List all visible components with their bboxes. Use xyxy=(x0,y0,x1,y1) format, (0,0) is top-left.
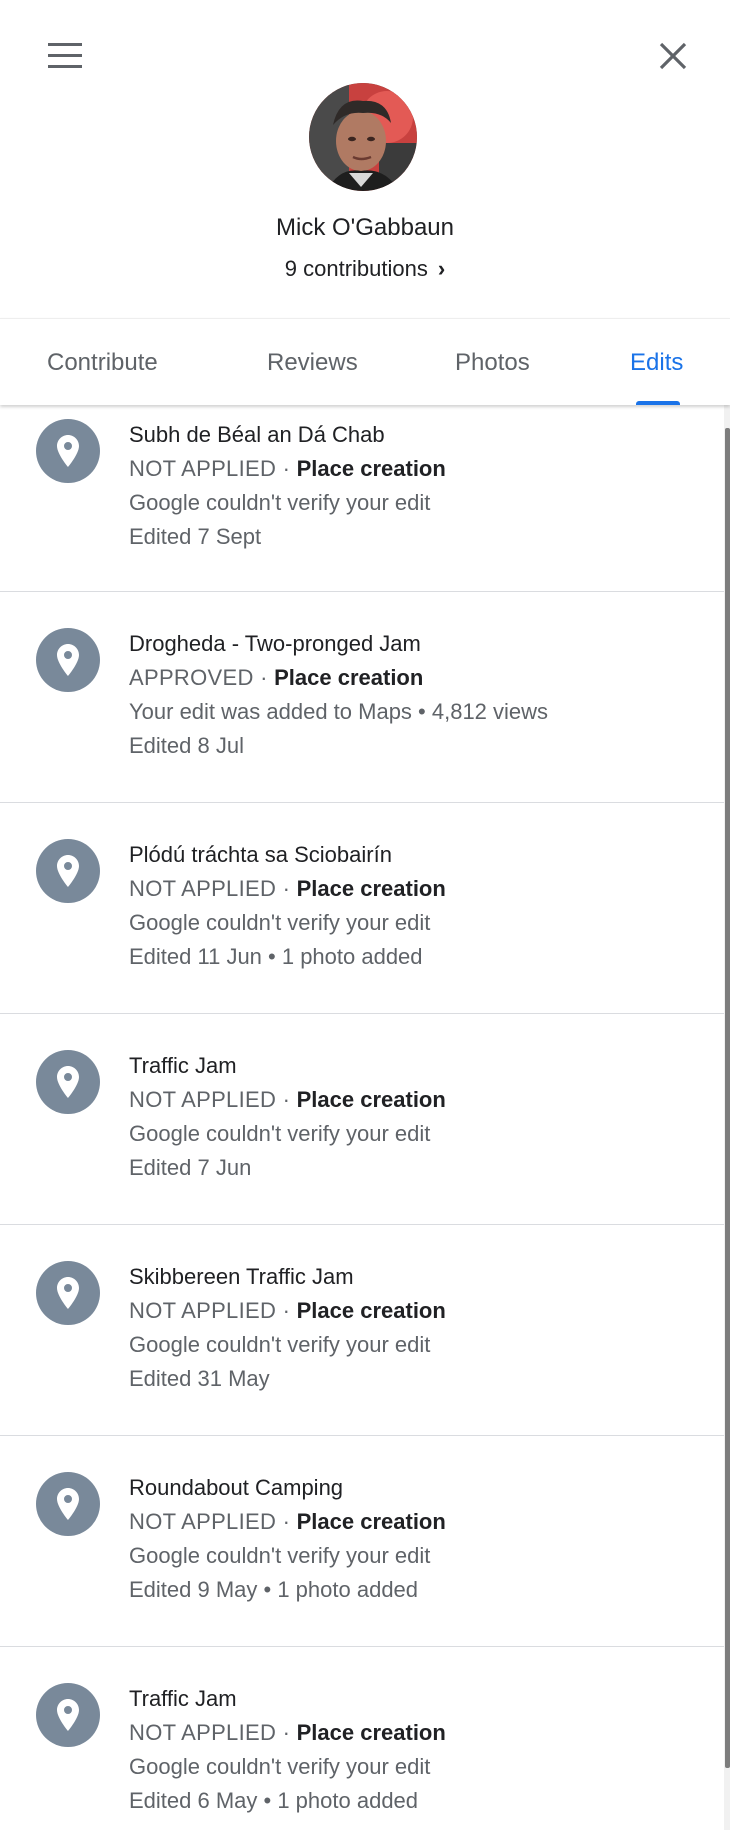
edit-list-item[interactable]: Subh de Béal an Dá Chab NOT APPLIED · Pl… xyxy=(0,404,724,592)
place-title: Plódú tráchta sa Sciobairín xyxy=(129,842,392,867)
edit-type: Place creation xyxy=(296,1509,446,1534)
edit-list-item[interactable]: Skibbereen Traffic Jam NOT APPLIED · Pla… xyxy=(0,1225,724,1436)
place-title: Drogheda - Two-pronged Jam xyxy=(129,631,421,656)
place-title: Traffic Jam xyxy=(129,1053,237,1078)
contributions-link[interactable]: 9 contributions › xyxy=(0,256,730,282)
contributions-page: Mick O'Gabbaun 9 contributions › Contribu… xyxy=(0,0,730,1830)
status-separator: · xyxy=(276,1509,297,1534)
place-title: Skibbereen Traffic Jam xyxy=(129,1264,354,1289)
edit-description: Your edit was added to Maps • 4,812 view… xyxy=(129,699,549,724)
edit-details: Traffic Jam NOT APPLIED · Place creation… xyxy=(129,1049,446,1185)
edit-list-item[interactable]: Plódú tráchta sa Sciobairín NOT APPLIED … xyxy=(0,803,724,1014)
contributions-count: 9 contributions xyxy=(284,256,428,281)
edit-details: Traffic Jam NOT APPLIED · Place creation… xyxy=(129,1682,446,1818)
close-button[interactable] xyxy=(648,36,696,76)
status-line: NOT APPLIED · Place creation xyxy=(129,452,446,486)
status-line: NOT APPLIED · Place creation xyxy=(129,1294,446,1328)
place-pin-icon xyxy=(36,419,100,483)
place-title: Traffic Jam xyxy=(129,1686,237,1711)
status-separator: · xyxy=(276,1298,297,1323)
edit-status: NOT APPLIED xyxy=(129,876,277,901)
menu-button[interactable] xyxy=(40,36,88,76)
status-separator: · xyxy=(276,456,297,481)
edit-status: NOT APPLIED xyxy=(129,1298,277,1323)
edit-list-item[interactable]: Traffic Jam NOT APPLIED · Place creation… xyxy=(0,1647,724,1830)
edit-type: Place creation xyxy=(296,876,446,901)
edit-details: Plódú tráchta sa Sciobairín NOT APPLIED … xyxy=(129,838,446,974)
close-icon xyxy=(659,42,687,70)
edit-list-item[interactable]: Traffic Jam NOT APPLIED · Place creation… xyxy=(0,1014,724,1225)
place-title: Roundabout Camping xyxy=(129,1475,344,1500)
edit-date: Edited 8 Jul xyxy=(129,733,244,758)
edit-date: Edited 11 Jun • 1 photo added xyxy=(129,944,423,969)
avatar[interactable] xyxy=(309,83,417,191)
edit-status: NOT APPLIED xyxy=(129,456,277,481)
edit-details: Roundabout Camping NOT APPLIED · Place c… xyxy=(129,1471,446,1607)
status-line: NOT APPLIED · Place creation xyxy=(129,1716,446,1750)
tab-contribute[interactable]: Contribute xyxy=(47,349,158,377)
edit-type: Place creation xyxy=(296,1720,446,1745)
place-pin-icon xyxy=(36,628,100,692)
edit-type: Place creation xyxy=(274,665,424,690)
place-pin-icon xyxy=(36,839,100,903)
status-line: NOT APPLIED · Place creation xyxy=(129,1505,446,1539)
edit-date: Edited 9 May • 1 photo added xyxy=(129,1577,419,1602)
status-separator: · xyxy=(276,1720,297,1745)
tab-photos[interactable]: Photos xyxy=(455,349,530,377)
edit-details: Subh de Béal an Dá Chab NOT APPLIED · Pl… xyxy=(129,418,446,554)
edit-list-item[interactable]: Roundabout Camping NOT APPLIED · Place c… xyxy=(0,1436,724,1647)
edit-details: Drogheda - Two-pronged Jam APPROVED · Pl… xyxy=(129,627,548,763)
place-pin-icon xyxy=(36,1683,100,1747)
status-separator: · xyxy=(253,665,275,690)
place-title: Subh de Béal an Dá Chab xyxy=(129,422,385,447)
edit-type: Place creation xyxy=(296,1298,446,1323)
edits-list: Subh de Béal an Dá Chab NOT APPLIED · Pl… xyxy=(0,404,724,1830)
edit-status: APPROVED xyxy=(129,665,254,690)
status-line: APPROVED · Place creation xyxy=(129,661,548,695)
status-line: NOT APPLIED · Place creation xyxy=(129,1083,446,1117)
edit-list-item[interactable]: Drogheda - Two-pronged Jam APPROVED · Pl… xyxy=(0,592,724,803)
place-pin-icon xyxy=(36,1050,100,1114)
edit-type: Place creation xyxy=(296,1087,446,1112)
edit-date: Edited 7 Sept xyxy=(129,524,262,549)
active-tab-indicator xyxy=(636,401,680,405)
edit-description: Google couldn't verify your edit xyxy=(129,490,431,515)
status-line: NOT APPLIED · Place creation xyxy=(129,872,446,906)
edit-description: Google couldn't verify your edit xyxy=(129,1121,431,1146)
profile-header: Mick O'Gabbaun 9 contributions › xyxy=(0,0,730,318)
tab-reviews[interactable]: Reviews xyxy=(267,349,358,377)
status-separator: · xyxy=(276,876,297,901)
edit-details: Skibbereen Traffic Jam NOT APPLIED · Pla… xyxy=(129,1260,446,1396)
status-separator: · xyxy=(276,1087,297,1112)
edit-status: NOT APPLIED xyxy=(129,1720,277,1745)
edit-status: NOT APPLIED xyxy=(129,1087,277,1112)
chevron-right-icon: › xyxy=(437,256,446,281)
tab-bar: Contribute Reviews Photos Edits xyxy=(0,318,730,405)
profile-name: Mick O'Gabbaun xyxy=(276,214,454,241)
edit-type: Place creation xyxy=(296,456,446,481)
profile-photo xyxy=(309,83,417,191)
edit-description: Google couldn't verify your edit xyxy=(129,1332,431,1357)
edit-description: Google couldn't verify your edit xyxy=(129,1754,431,1779)
place-pin-icon xyxy=(36,1261,100,1325)
edit-date: Edited 31 May xyxy=(129,1366,270,1391)
edit-date: Edited 7 Jun xyxy=(129,1155,252,1180)
scrollbar-thumb[interactable] xyxy=(725,428,730,1768)
place-pin-icon xyxy=(36,1472,100,1536)
tab-edits[interactable]: Edits xyxy=(630,349,683,377)
edit-status: NOT APPLIED xyxy=(129,1509,277,1534)
hamburger-menu-icon xyxy=(48,43,82,68)
edit-description: Google couldn't verify your edit xyxy=(129,1543,431,1568)
edit-date: Edited 6 May • 1 photo added xyxy=(129,1788,419,1813)
edit-description: Google couldn't verify your edit xyxy=(129,910,431,935)
